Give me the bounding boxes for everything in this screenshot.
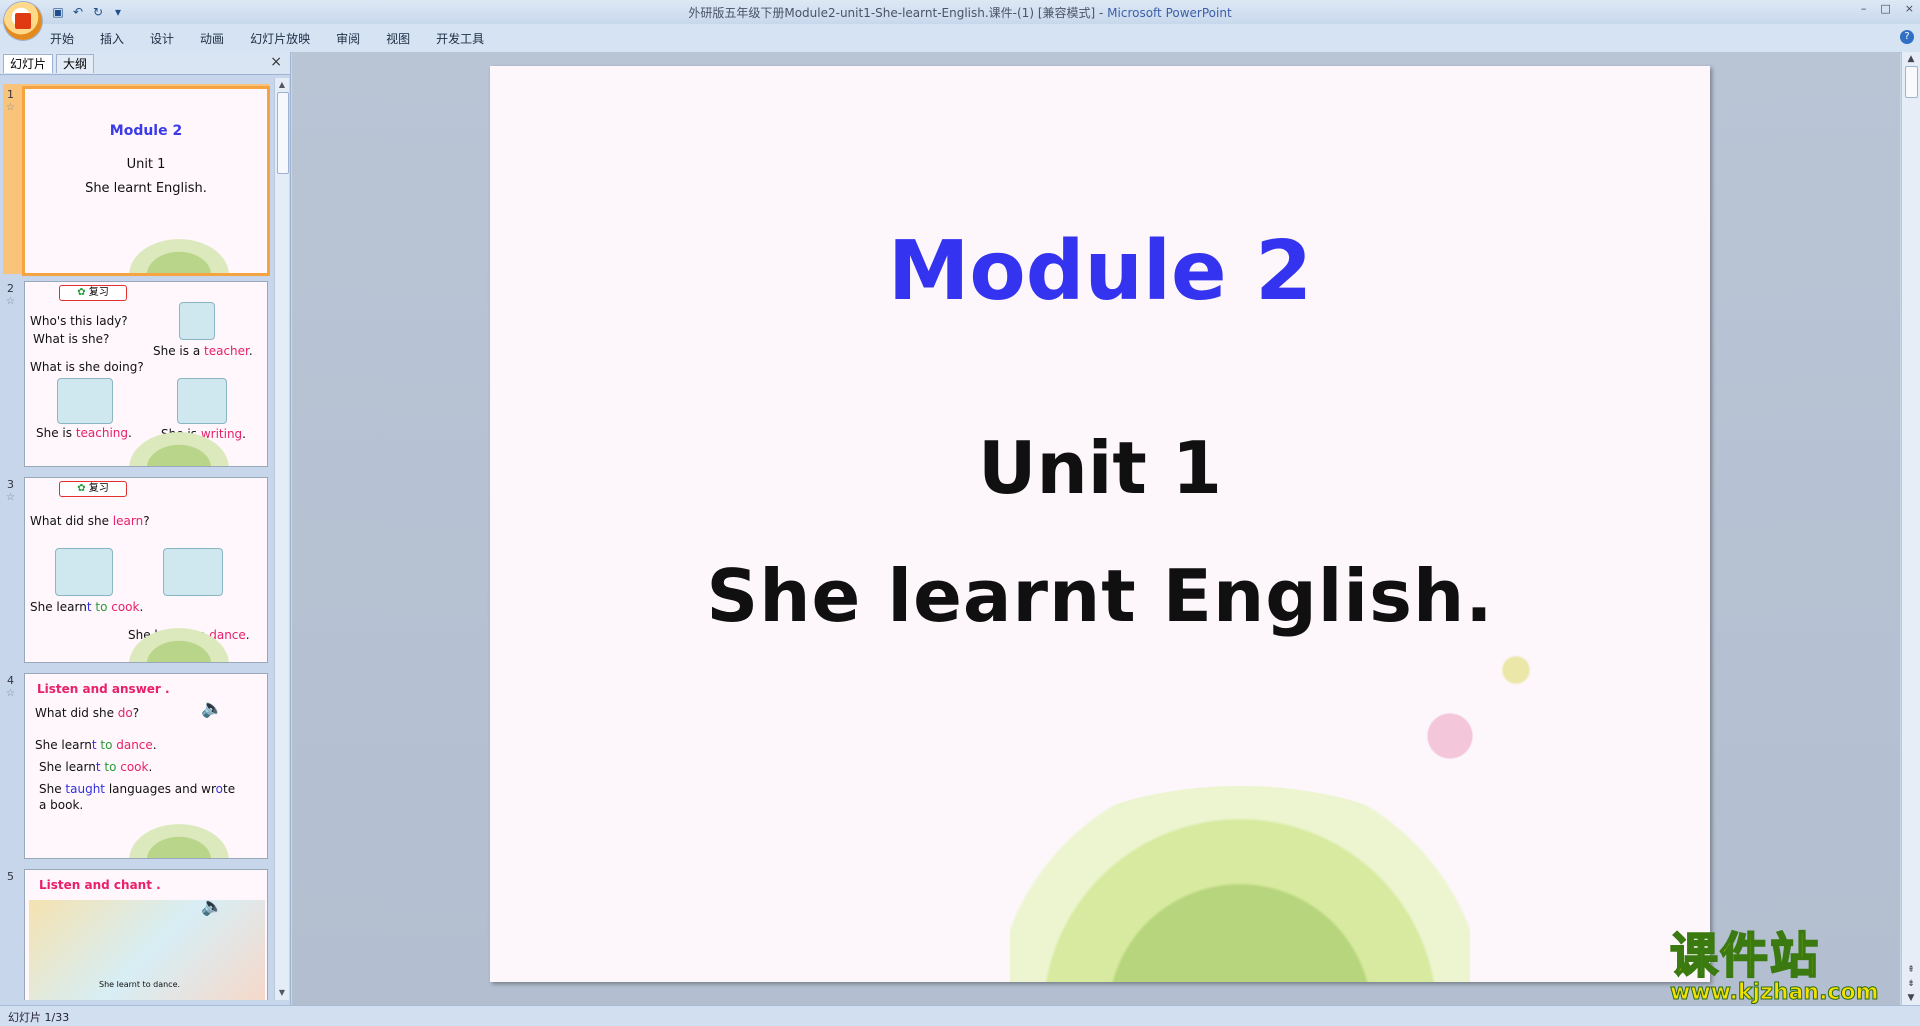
grass-decoration bbox=[129, 432, 229, 466]
tab-outline[interactable]: 大纲 bbox=[56, 54, 95, 73]
grass-decoration bbox=[129, 628, 229, 662]
pane-tabs: 幻灯片 大纲 × bbox=[0, 52, 290, 75]
thumb-text: What is she doing? bbox=[30, 360, 144, 374]
flower-icon: ✿ bbox=[77, 483, 86, 494]
illustration-caption: She learnt to dance. bbox=[99, 980, 181, 989]
scroll-down-arrow-icon[interactable]: ▼ bbox=[277, 988, 287, 998]
thumb-number: 1 bbox=[7, 88, 14, 101]
window-controls: – □ × bbox=[1861, 2, 1914, 15]
thumb-text: What is she? bbox=[33, 332, 110, 346]
tab-animations[interactable]: 动画 bbox=[200, 30, 224, 47]
status-bar: 幻灯片 1/33 bbox=[0, 1005, 1920, 1026]
scroll-thumb[interactable] bbox=[1905, 66, 1918, 98]
tab-slides[interactable]: 幻灯片 bbox=[3, 54, 54, 73]
thumb-text: She learnt to cook. bbox=[30, 600, 144, 614]
thumb-text: She is a teacher. bbox=[153, 344, 253, 358]
thumb-text: She learnt to cook. bbox=[39, 760, 153, 774]
tab-slide-show[interactable]: 幻灯片放映 bbox=[250, 30, 310, 47]
grass-decoration bbox=[129, 239, 229, 273]
thumb-number: 4 bbox=[7, 674, 14, 687]
animation-star-icon: ☆ bbox=[6, 688, 15, 699]
slide-title[interactable]: Module 2 bbox=[490, 224, 1710, 319]
badge-label: 复习 bbox=[88, 483, 109, 494]
slide-thumbnail-3[interactable]: ✿ 复习 What did she learn? She learnt to c… bbox=[24, 477, 268, 663]
thumb-number: 3 bbox=[7, 478, 14, 491]
scroll-up-arrow-icon[interactable]: ▲ bbox=[1905, 54, 1917, 64]
pane-close-icon[interactable]: × bbox=[270, 54, 282, 70]
badge-label: 复习 bbox=[88, 287, 109, 298]
help-icon[interactable]: ? bbox=[1900, 30, 1914, 44]
thumb-number: 2 bbox=[7, 282, 14, 295]
thumb-heading: Listen and answer . bbox=[37, 682, 170, 696]
slide-thumbnail-1[interactable]: Module 2 Unit 1 She learnt English. bbox=[22, 86, 270, 276]
review-badge: ✿ 复习 bbox=[59, 481, 127, 497]
tab-view[interactable]: 视图 bbox=[386, 30, 410, 47]
next-slide-icon[interactable]: ⇟ bbox=[1905, 979, 1917, 989]
tab-home[interactable]: 开始 bbox=[50, 30, 74, 47]
editor-scrollbar[interactable]: ▲ ⇞ ⇟ ▼ bbox=[1901, 52, 1920, 1005]
title-separator: - bbox=[1095, 6, 1108, 20]
speaker-icon[interactable]: 🔈 bbox=[201, 698, 223, 719]
tab-insert[interactable]: 插入 bbox=[100, 30, 124, 47]
picture-placeholder bbox=[55, 548, 113, 596]
animation-star-icon: ☆ bbox=[6, 492, 15, 503]
app-name: Microsoft PowerPoint bbox=[1107, 6, 1232, 20]
thumb-text: What did she learn? bbox=[30, 514, 150, 528]
tab-review[interactable]: 审阅 bbox=[336, 30, 360, 47]
ribbon-tabs: 开始 插入 设计 动画 幻灯片放映 审阅 视图 开发工具 ? bbox=[0, 24, 1920, 53]
tab-design[interactable]: 设计 bbox=[150, 30, 174, 47]
picture-placeholder bbox=[177, 378, 227, 424]
document-title: 外研版五年级下册Module2-unit1-She-learnt-English… bbox=[688, 6, 1096, 20]
flower-icon: ✿ bbox=[77, 287, 86, 298]
prev-slide-icon[interactable]: ⇞ bbox=[1905, 965, 1917, 975]
watermark-logo: 课件站 www.kjzhan.com bbox=[1669, 928, 1900, 1005]
slides-pane: 幻灯片 大纲 × 1 ☆ Module 2 Unit 1 She learnt … bbox=[0, 52, 291, 1005]
minimize-button[interactable]: – bbox=[1861, 2, 1867, 15]
thumb-title: Module 2 bbox=[109, 123, 183, 139]
pane-scrollbar[interactable]: ▲ ▼ bbox=[274, 78, 289, 1000]
scroll-thumb[interactable] bbox=[277, 92, 289, 174]
thumb-unit: Unit 1 bbox=[126, 157, 166, 172]
grass-decoration bbox=[129, 824, 229, 858]
window-title: 外研版五年级下册Module2-unit1-She-learnt-English… bbox=[0, 4, 1920, 21]
slide-unit[interactable]: Unit 1 bbox=[490, 426, 1710, 510]
office-logo-icon bbox=[15, 13, 31, 29]
maximize-button[interactable]: □ bbox=[1880, 2, 1890, 15]
review-badge: ✿ 复习 bbox=[59, 285, 127, 301]
scroll-up-arrow-icon[interactable]: ▲ bbox=[277, 80, 287, 90]
slide-subtitle[interactable]: She learnt English. bbox=[490, 554, 1710, 638]
slide-editor: Module 2 Unit 1 She learnt English. bbox=[292, 52, 1900, 1005]
current-slide[interactable]: Module 2 Unit 1 She learnt English. bbox=[490, 66, 1710, 982]
title-bar: ▣ ↶ ↻ ▾ 外研版五年级下册Module2-unit1-She-learnt… bbox=[0, 0, 1920, 40]
thumb-text: What did she do? bbox=[35, 706, 140, 720]
thumb-text: Who's this lady? bbox=[30, 314, 128, 328]
animation-star-icon: ☆ bbox=[6, 296, 15, 307]
watermark-url: www.kjzhan.com bbox=[1670, 980, 1880, 1005]
thumb-subtitle: She learnt English. bbox=[85, 181, 207, 196]
animation-star-icon: ☆ bbox=[6, 102, 15, 113]
picture-placeholder bbox=[163, 548, 223, 596]
thumb-heading: Listen and chant . bbox=[39, 878, 161, 892]
thumb-text: She is teaching. bbox=[36, 426, 132, 440]
thumb-number: 5 bbox=[7, 870, 14, 883]
slide-thumbnail-4[interactable]: Listen and answer . What did she do? 🔈 S… bbox=[24, 673, 268, 859]
slide-counter: 幻灯片 1/33 bbox=[8, 1011, 70, 1024]
office-button[interactable] bbox=[4, 2, 42, 40]
picture-placeholder bbox=[179, 302, 215, 340]
slide-thumbnail-2[interactable]: ✿ 复习 Who's this lady? What is she? She i… bbox=[24, 281, 268, 467]
thumbnail-list: 1 ☆ Module 2 Unit 1 She learnt English. … bbox=[0, 78, 272, 1000]
thumb-text: She taught languages and wrote bbox=[39, 782, 236, 796]
thumb-text: a book. bbox=[39, 798, 84, 812]
watermark-text: 课件站 bbox=[1669, 928, 1821, 984]
speaker-icon[interactable]: 🔈 bbox=[201, 896, 223, 917]
slide-thumbnail-5[interactable]: Listen and chant . She learnt to dance. … bbox=[24, 869, 268, 1000]
close-button[interactable]: × bbox=[1905, 2, 1914, 15]
picture-placeholder bbox=[57, 378, 113, 424]
scroll-down-arrow-icon[interactable]: ▼ bbox=[1905, 993, 1917, 1003]
cartoon-illustration: She learnt to dance. bbox=[29, 900, 265, 1000]
tab-developer[interactable]: 开发工具 bbox=[436, 30, 484, 47]
thumb-text: She learnt to dance. bbox=[35, 738, 157, 752]
